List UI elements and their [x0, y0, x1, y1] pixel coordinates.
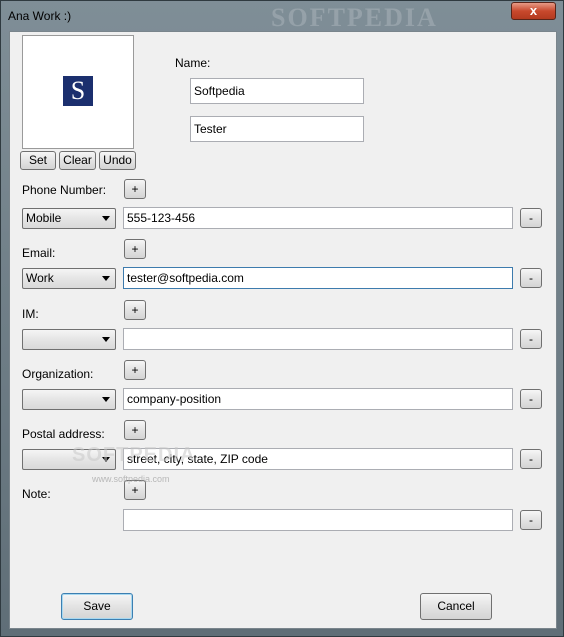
remove-note-button[interactable]: -: [520, 510, 542, 530]
phone-label: Phone Number:: [22, 183, 107, 197]
contact-window: Ana Work :) SOFTPEDIA x S Set Clear Undo…: [0, 0, 564, 637]
phone-field[interactable]: [123, 207, 513, 229]
remove-email-button[interactable]: -: [520, 268, 542, 288]
contact-photo: S: [22, 35, 134, 149]
last-name-field[interactable]: [190, 116, 364, 142]
cancel-button[interactable]: Cancel: [420, 593, 492, 620]
title-bar[interactable]: Ana Work :) SOFTPEDIA x: [1, 1, 564, 32]
note-label: Note:: [22, 487, 51, 501]
close-icon: x: [529, 3, 538, 18]
im-label: IM:: [22, 307, 39, 321]
name-label: Name:: [175, 56, 211, 70]
add-phone-button[interactable]: +: [124, 179, 146, 199]
phone-type-select[interactable]: Mobile: [22, 208, 116, 229]
chevron-down-icon: [102, 216, 110, 221]
chevron-down-icon: [102, 397, 110, 402]
softpedia-watermark-url: www.softpedia.com: [92, 474, 170, 484]
set-photo-button[interactable]: Set: [20, 151, 56, 170]
phone-type-value: Mobile: [26, 211, 62, 225]
remove-organization-button[interactable]: -: [520, 389, 542, 409]
undo-photo-button[interactable]: Undo: [99, 151, 136, 170]
title-watermark: SOFTPEDIA: [271, 3, 438, 32]
softpedia-logo-icon: S: [63, 76, 93, 106]
first-name-field[interactable]: [190, 78, 364, 104]
save-button[interactable]: Save: [61, 593, 133, 620]
contact-form: S Set Clear Undo Name: Phone Number: + M…: [9, 31, 557, 629]
chevron-down-icon: [102, 337, 110, 342]
remove-postal-button[interactable]: -: [520, 449, 542, 469]
organization-type-select[interactable]: [22, 389, 116, 410]
add-organization-button[interactable]: +: [124, 360, 146, 380]
add-email-button[interactable]: +: [124, 239, 146, 259]
chevron-down-icon: [102, 276, 110, 281]
close-button[interactable]: x: [511, 2, 556, 20]
email-type-value: Work: [26, 271, 54, 285]
email-field[interactable]: [123, 267, 513, 289]
im-field[interactable]: [123, 328, 513, 350]
softpedia-watermark: SOFTPEDIA: [72, 444, 196, 466]
email-label: Email:: [22, 246, 56, 260]
clear-photo-button[interactable]: Clear: [59, 151, 96, 170]
window-title: Ana Work :): [8, 9, 72, 23]
email-type-select[interactable]: Work: [22, 268, 116, 289]
organization-field[interactable]: [123, 388, 513, 410]
note-field[interactable]: [123, 509, 513, 531]
remove-im-button[interactable]: -: [520, 329, 542, 349]
organization-label: Organization:: [22, 367, 94, 381]
postal-label: Postal address:: [22, 427, 105, 441]
remove-phone-button[interactable]: -: [520, 208, 542, 228]
im-type-select[interactable]: [22, 329, 116, 350]
add-im-button[interactable]: +: [124, 300, 146, 320]
add-postal-button[interactable]: +: [124, 420, 146, 440]
